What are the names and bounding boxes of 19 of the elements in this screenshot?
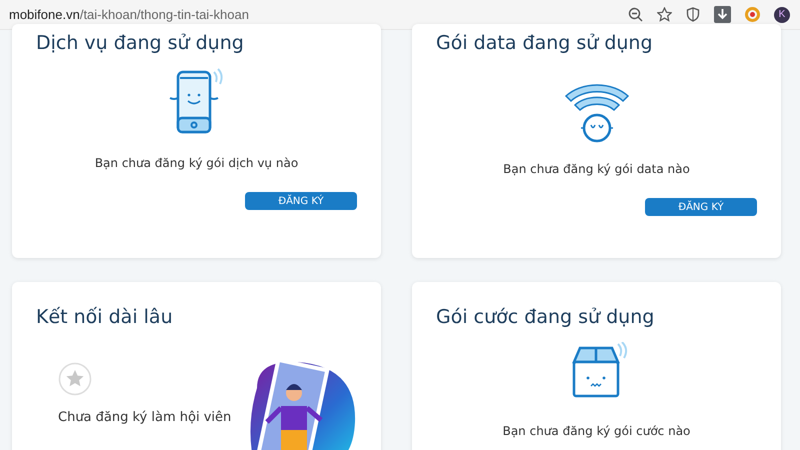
register-button[interactable]: ĐĂNG KÝ [245, 192, 357, 210]
card-title: Dịch vụ đang sử dụng [36, 32, 244, 54]
empty-message: Bạn chưa đăng ký gói dịch vụ nào [94, 156, 298, 170]
zoom-out-icon[interactable] [628, 7, 643, 22]
wifi-face-icon [564, 82, 630, 144]
star-icon[interactable] [657, 7, 672, 22]
membership-message: Chưa đăng ký làm hội viên [58, 410, 232, 425]
register-button[interactable]: ĐĂNG KÝ [645, 198, 757, 216]
shield-icon[interactable] [686, 7, 700, 22]
card-title: Gói data đang sử dụng [436, 32, 653, 54]
profile-avatar[interactable]: K [774, 6, 790, 22]
star-circle-icon [58, 362, 92, 396]
card-title: Kết nối dài lâu [36, 306, 173, 328]
card-title: Gói cước đang sử dụng [436, 306, 654, 328]
extension-icon[interactable] [745, 7, 760, 22]
download-icon[interactable] [714, 6, 731, 23]
url-text[interactable]: mobifone.vn/tai-khoan/thong-tin-tai-khoan [9, 7, 614, 22]
empty-message: Bạn chưa đăng ký gói cước nào [502, 424, 690, 438]
empty-message: Bạn chưa đăng ký gói data nào [503, 162, 690, 176]
